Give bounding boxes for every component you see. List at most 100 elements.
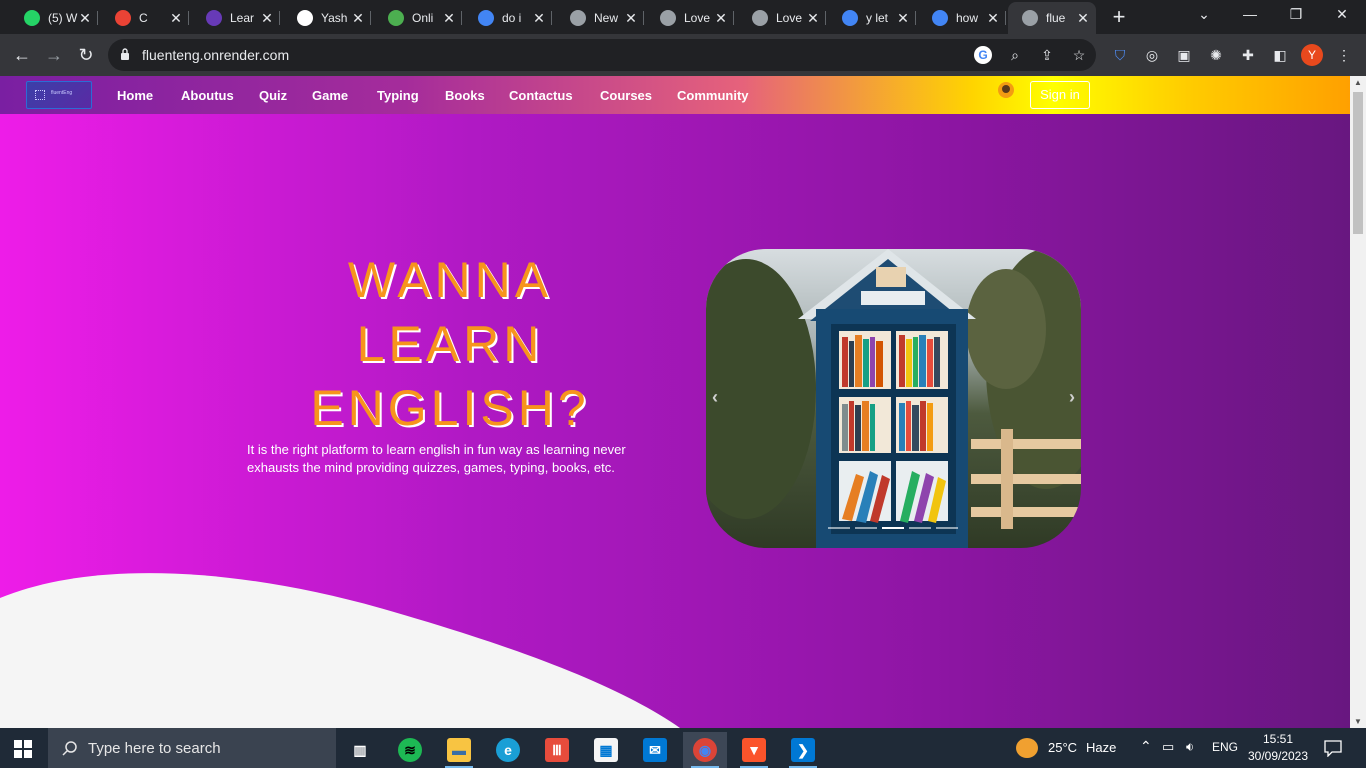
nav-link-game[interactable]: Game <box>312 88 348 103</box>
language-indicator[interactable]: ENG <box>1212 740 1238 754</box>
nav-link-typing[interactable]: Typing <box>377 88 419 103</box>
carousel-indicator[interactable] <box>828 527 850 529</box>
github-icon <box>297 10 313 26</box>
taskbar-app-app-red[interactable]: Ⅲ <box>535 732 579 768</box>
tab-close-icon[interactable]: ✕ <box>624 10 638 27</box>
extension-box-icon[interactable]: ▣ <box>1174 45 1194 65</box>
browser-tab[interactable]: how ✕ <box>918 4 1006 32</box>
browser-tab[interactable]: do i ✕ <box>464 4 552 32</box>
carousel-indicator[interactable] <box>936 527 958 529</box>
vscode-icon: ❯ <box>791 738 815 762</box>
edge-icon: e <box>496 738 520 762</box>
tab-close-icon[interactable]: ✕ <box>896 10 910 27</box>
carousel-next-button[interactable]: › <box>1069 387 1075 408</box>
page-scrollbar[interactable]: ▲ ▼ <box>1350 76 1366 728</box>
tab-close-icon[interactable]: ✕ <box>78 10 92 27</box>
nav-link-home[interactable]: Home <box>117 88 153 103</box>
user-avatar-icon[interactable] <box>998 82 1014 98</box>
close-window-button[interactable]: ✕ <box>1332 6 1352 23</box>
taskbar-search-box[interactable]: Type here to search <box>48 728 336 768</box>
tab-close-icon[interactable]: ✕ <box>806 10 820 27</box>
tab-separator <box>279 11 280 25</box>
weather-temp[interactable]: 25°C <box>1048 740 1077 755</box>
taskbar-app-brave[interactable]: ▼ <box>732 732 776 768</box>
taskbar-app-spotify[interactable]: ≋ <box>388 732 432 768</box>
nav-link-quiz[interactable]: Quiz <box>259 88 287 103</box>
file-explorer-icon: ▬ <box>447 738 471 762</box>
tab-separator <box>551 11 552 25</box>
address-bar[interactable]: fluenteng.onrender.com G ⌕ ⇪ ☆ <box>108 39 1096 71</box>
zoom-icon[interactable]: ⌕ <box>1006 46 1024 64</box>
taskbar-app-store[interactable]: ▦ <box>584 732 628 768</box>
reload-icon[interactable]: ↻ <box>75 44 97 66</box>
tab-search-icon[interactable]: ⌄ <box>1194 6 1214 23</box>
browser-tab[interactable]: y let ✕ <box>828 4 916 32</box>
taskbar-app-edge[interactable]: e <box>486 732 530 768</box>
tab-close-icon[interactable]: ✕ <box>169 10 183 27</box>
browser-tab[interactable]: Yash ✕ <box>283 4 371 32</box>
restore-button[interactable]: ❐ <box>1286 6 1306 23</box>
tab-close-icon[interactable]: ✕ <box>351 10 365 27</box>
scroll-up-icon[interactable]: ▲ <box>1353 78 1363 87</box>
taskbar-clock[interactable]: 15:51 30/09/2023 <box>1240 731 1316 765</box>
meet-now-icon[interactable]: ▭ <box>1162 739 1174 755</box>
menu-kebab-icon[interactable]: ⋮ <box>1334 45 1354 65</box>
carousel-indicator[interactable] <box>909 527 931 529</box>
new-tab-button[interactable]: + <box>1108 6 1130 28</box>
tab-close-icon[interactable]: ✕ <box>1076 10 1090 27</box>
tray-chevron-up-icon[interactable]: ⌃ <box>1140 738 1152 755</box>
nav-link-aboutus[interactable]: Aboutus <box>181 88 234 103</box>
tab-close-icon[interactable]: ✕ <box>986 10 1000 27</box>
react-devtools-icon[interactable]: ✺ <box>1206 45 1226 65</box>
profile-avatar[interactable]: Y <box>1301 44 1323 66</box>
side-panel-icon[interactable]: ◧ <box>1270 45 1290 65</box>
tab-close-icon[interactable]: ✕ <box>714 10 728 27</box>
scrollbar-thumb[interactable] <box>1353 92 1363 234</box>
browser-tab[interactable]: (5) W ✕ <box>10 4 98 32</box>
sign-in-button[interactable]: Sign in <box>1030 81 1090 109</box>
whatsapp-icon <box>24 10 40 26</box>
nav-link-courses[interactable]: Courses <box>600 88 652 103</box>
carousel-indicator[interactable] <box>882 527 904 529</box>
taskbar-app-task-view[interactable]: ▥ <box>338 732 382 768</box>
browser-tab[interactable]: Lear ✕ <box>192 4 280 32</box>
google-lens-icon[interactable]: G <box>974 46 992 64</box>
google-icon <box>478 10 494 26</box>
weather-icon[interactable] <box>1016 738 1038 758</box>
forward-icon[interactable]: → <box>43 44 65 66</box>
browser-tab[interactable]: New ✕ <box>556 4 644 32</box>
tab-close-icon[interactable]: ✕ <box>532 10 546 27</box>
tab-close-icon[interactable]: ✕ <box>260 10 274 27</box>
scroll-down-icon[interactable]: ▼ <box>1353 717 1363 726</box>
nav-link-contactus[interactable]: Contactus <box>509 88 573 103</box>
browser-tab[interactable]: Onli ✕ <box>374 4 462 32</box>
forms-icon <box>206 10 222 26</box>
taskbar-app-file-explorer[interactable]: ▬ <box>437 732 481 768</box>
browser-tab[interactable]: flue ✕ <box>1008 2 1096 34</box>
shield-extension-icon[interactable]: ⛉ <box>1110 45 1130 65</box>
site-logo[interactable]: fluentEng <box>26 81 92 109</box>
extensions-puzzle-icon[interactable]: ✚ <box>1238 45 1258 65</box>
browser-tab[interactable]: Love ✕ <box>646 4 734 32</box>
nav-link-books[interactable]: Books <box>445 88 485 103</box>
bookmark-star-icon[interactable]: ☆ <box>1070 46 1088 64</box>
notifications-icon[interactable] <box>1324 739 1342 757</box>
browser-tab[interactable]: Love ✕ <box>738 4 826 32</box>
share-icon[interactable]: ⇪ <box>1038 46 1056 64</box>
carousel-indicator[interactable] <box>855 527 877 529</box>
carousel-prev-button[interactable]: ‹ <box>712 387 718 408</box>
minimize-button[interactable]: — <box>1240 6 1260 22</box>
taskbar-app-mail[interactable]: ✉ <box>633 732 677 768</box>
tab-close-icon[interactable]: ✕ <box>442 10 456 27</box>
tab-separator <box>915 11 916 25</box>
hero-carousel[interactable]: ‹ › <box>706 249 1081 548</box>
extension-glasses-icon[interactable]: ◎ <box>1142 45 1162 65</box>
nav-link-community[interactable]: Community <box>677 88 749 103</box>
taskbar-app-chrome[interactable]: ◉ <box>683 732 727 768</box>
taskbar-app-vscode[interactable]: ❯ <box>781 732 825 768</box>
back-icon[interactable]: ← <box>11 44 33 66</box>
volume-icon[interactable]: 🔉︎ <box>1186 739 1194 755</box>
weather-condition[interactable]: Haze <box>1086 740 1116 755</box>
windows-start-icon[interactable] <box>14 740 32 758</box>
browser-tab[interactable]: C ✕ <box>101 4 189 32</box>
